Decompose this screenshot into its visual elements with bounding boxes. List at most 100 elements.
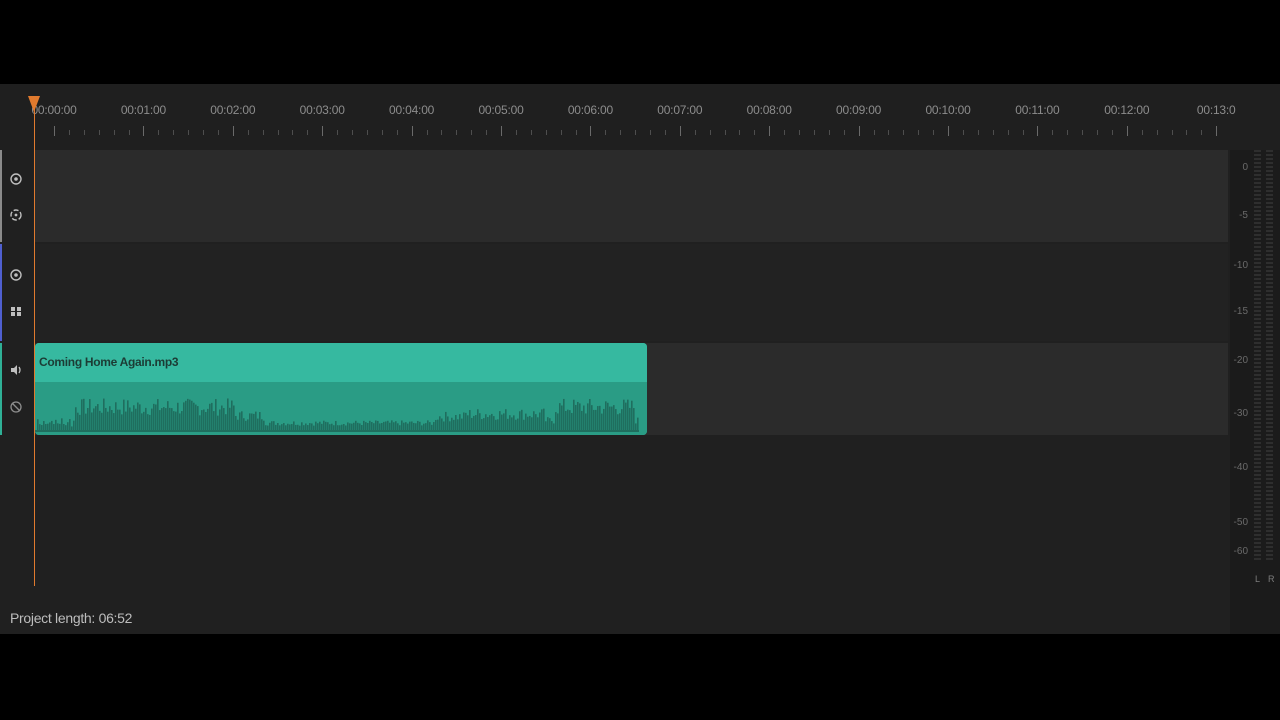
meter-segment [1266,202,1273,204]
effects-icon[interactable] [9,304,23,318]
meter-segment [1254,322,1261,324]
ruler-tick [635,130,637,135]
meter-segment [1254,510,1261,512]
meter-segment [1254,534,1261,536]
meter-segment [1266,330,1273,332]
meter-segment [1266,430,1273,432]
ruler-tick [1037,126,1039,136]
waveform [35,398,639,432]
playhead-line[interactable] [34,102,35,586]
meter-segment [1254,494,1261,496]
meter-segment [1266,262,1273,264]
track-lane-video[interactable] [34,150,1228,242]
meter-segment [1266,290,1273,292]
meter-segment [1254,514,1261,516]
meter-segment [1266,506,1273,508]
meter-segment [1266,318,1273,320]
ruler-tick [173,130,175,135]
meter-segment [1266,218,1273,220]
empty-track-area[interactable] [34,437,1228,586]
meter-segment [1266,510,1273,512]
meter-segment [1254,462,1261,464]
unlink-icon[interactable] [9,400,23,414]
meter-segment [1254,378,1261,380]
meter-segment [1266,558,1273,560]
ruler-time-label: 00:06:00 [567,103,613,117]
meter-segment [1266,294,1273,296]
ruler-tick [54,126,55,136]
meter-segment [1266,226,1273,228]
meter-segment [1254,238,1261,240]
ruler-tick [441,130,443,135]
meter-segment [1266,366,1273,368]
meter-segment [1254,486,1261,488]
ruler-tick [188,130,190,135]
timeline-editor: 00:00:00 00:01:00 00:02:00 00:03:00 00:04:00… [0,84,1280,634]
track-lane-overlay[interactable] [34,244,1228,341]
ruler-tick [1052,130,1054,135]
meter-segment [1266,166,1273,168]
ruler-tick [471,130,473,135]
ruler-tick [977,130,979,135]
speaker-icon[interactable] [9,363,23,377]
meter-segment [1266,398,1273,400]
link-icon[interactable] [9,208,23,222]
meter-segment [1266,238,1273,240]
meter-segment [1266,474,1273,476]
meter-db-label: -20 [1233,355,1248,366]
track-color-bar [0,244,2,341]
eye-icon[interactable] [9,268,23,282]
ruler-tick [918,130,920,135]
meter-segment [1266,554,1273,556]
meter-segment [1254,198,1261,200]
meter-segment [1254,194,1261,196]
meter-segment [1266,314,1273,316]
meter-segment [1266,210,1273,212]
ruler-tick [843,130,845,135]
meter-segment [1254,330,1261,332]
meter-segment [1266,410,1273,412]
ruler-tick [1156,130,1158,135]
meter-db-label: -60 [1233,546,1248,557]
ruler-tick [396,130,398,135]
meter-segment [1266,362,1273,364]
meter-segment [1266,334,1273,336]
eye-icon[interactable] [9,172,23,186]
meter-segment [1266,306,1273,308]
meter-segment [1266,230,1273,232]
meter-segment [1266,422,1273,424]
meter-segment [1254,250,1261,252]
audio-clip[interactable]: Coming Home Again.mp3 [35,343,647,435]
ruler-tick [232,126,234,136]
meter-segment [1254,482,1261,484]
ruler-tick [754,130,756,135]
meter-segment [1254,354,1261,356]
meter-segment [1254,294,1261,296]
meter-db-label: -15 [1233,306,1248,317]
track-header-video [0,150,32,242]
meter-segment [1254,234,1261,236]
meter-segment [1266,386,1273,388]
meter-segment [1254,422,1261,424]
clip-waveform-area [35,382,647,435]
ruler-tick [128,130,130,135]
meter-segment [1266,206,1273,208]
ruler-tick [739,130,741,135]
meter-segment [1266,258,1273,260]
ruler-tick [515,130,517,135]
meter-segment [1266,278,1273,280]
ruler-tick [679,126,681,136]
meter-segment [1266,214,1273,216]
meter-segment [1254,394,1261,396]
ruler-tick [888,130,890,135]
meter-right-label: R [1268,574,1275,584]
meter-segment [1254,166,1261,168]
ruler-tick [98,130,100,135]
meter-segment [1254,230,1261,232]
meter-segment [1266,414,1273,416]
time-ruler[interactable]: 00:00:00 00:01:00 00:02:00 00:03:00 00:04:00… [0,84,1280,150]
ruler-tick [694,130,696,135]
meter-segment [1266,186,1273,188]
playhead-handle[interactable] [28,96,40,112]
clip-name: Coming Home Again.mp3 [39,355,179,369]
